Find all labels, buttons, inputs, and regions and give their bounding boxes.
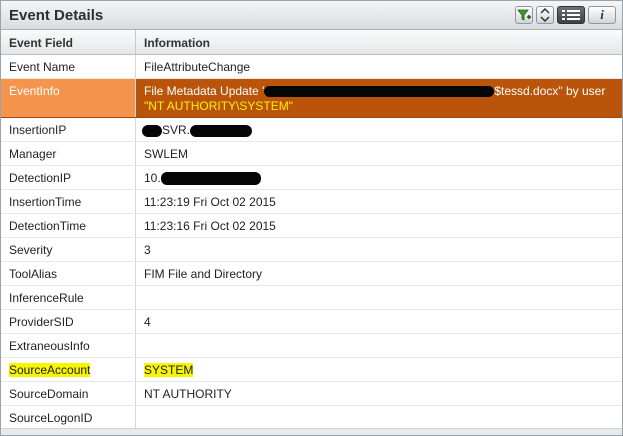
field-cell: SourceAccount: [1, 358, 136, 381]
info-highlight: SYSTEM: [144, 363, 194, 377]
info-cell: SVR.: [136, 118, 622, 141]
info-cell: FileAttributeChange: [144, 60, 251, 74]
filter-add-button[interactable]: [515, 6, 533, 24]
info-cell: 10.: [136, 166, 622, 189]
field-cell: Manager: [1, 142, 136, 165]
user-highlight: "NT AUTHORITY\SYSTEM": [144, 99, 293, 113]
list-view-button[interactable]: [557, 6, 585, 24]
table-row[interactable]: ToolAlias FIM File and Directory: [1, 262, 622, 286]
info-cell: NT AUTHORITY: [144, 387, 232, 401]
redaction-mark: [190, 124, 253, 137]
panel-titlebar: Event Details i: [1, 1, 622, 30]
panel-title: Event Details: [9, 6, 104, 24]
field-highlight: SourceAccount: [9, 363, 91, 377]
sort-updown-icon: [540, 8, 550, 22]
field-cell: SourceDomain: [1, 382, 136, 405]
field-cell: Severity: [1, 238, 136, 261]
info-cell: 3: [144, 243, 151, 257]
info-text-prefix: File Metadata Update ': [144, 84, 265, 98]
field-cell: Event Name: [1, 55, 136, 78]
field-cell: InsertionTime: [1, 190, 136, 213]
table-row[interactable]: InferenceRule: [1, 286, 622, 310]
list-view-icon: [562, 10, 580, 20]
info-cell: [136, 286, 622, 309]
info-cell: 11:23:19 Fri Oct 02 2015: [144, 195, 276, 209]
info-icon: i: [600, 7, 604, 22]
info-text-suffix: $tessd.docx" by user: [494, 84, 606, 98]
field-cell: DetectionTime: [1, 214, 136, 237]
field-cell: EventInfo: [1, 79, 136, 117]
table-row[interactable]: Event Name FileAttributeChange: [1, 55, 622, 79]
info-button[interactable]: i: [588, 6, 616, 24]
info-text: 10.: [144, 171, 161, 185]
field-cell: DetectionIP: [1, 166, 136, 189]
info-cell: 4: [144, 315, 151, 329]
event-details-panel: Event Details i Event Field Information …: [0, 0, 623, 436]
info-cell: SYSTEM: [136, 358, 622, 381]
table-row[interactable]: Severity 3: [1, 238, 622, 262]
field-cell: ExtraneousInfo: [1, 334, 136, 357]
redaction-mark: [160, 172, 261, 186]
table-header: Event Field Information: [1, 30, 622, 55]
column-header-information[interactable]: Information: [136, 30, 622, 54]
field-cell: ProviderSID: [1, 310, 136, 333]
info-cell: File Metadata Update ' $tessd.docx" by us…: [136, 79, 622, 117]
table-row[interactable]: Manager SWLEM: [1, 142, 622, 166]
sort-button[interactable]: [536, 6, 554, 24]
info-cell: FIM File and Directory: [144, 267, 263, 281]
table-row[interactable]: ProviderSID 4: [1, 310, 622, 334]
table-row[interactable]: InsertionTime 11:23:19 Fri Oct 02 2015: [1, 190, 622, 214]
table-row-selected[interactable]: EventInfo File Metadata Update ' $tessd.d…: [1, 79, 622, 118]
table-row[interactable]: SourceAccount SYSTEM: [1, 358, 622, 382]
info-cell: [136, 334, 622, 357]
table-row[interactable]: InsertionIP SVR.: [1, 118, 622, 142]
field-cell: InsertionIP: [1, 118, 136, 141]
horizontal-scrollbar[interactable]: [1, 428, 622, 435]
table-row[interactable]: SourceDomain NT AUTHORITY: [1, 382, 622, 406]
redaction-mark: [142, 124, 162, 137]
field-cell: SourceLogonID: [1, 406, 136, 429]
table-row[interactable]: SourceLogonID: [1, 406, 622, 430]
info-cell: SWLEM: [144, 147, 189, 161]
info-cell: 11:23:16 Fri Oct 02 2015: [144, 219, 276, 233]
toolbar: i: [515, 6, 616, 24]
column-header-event-field[interactable]: Event Field: [1, 30, 136, 54]
table-body: Event Name FileAttributeChange EventInfo…: [1, 55, 622, 430]
info-cell: [136, 406, 622, 429]
filter-add-icon: [517, 9, 531, 21]
table-row[interactable]: ExtraneousInfo: [1, 334, 622, 358]
redaction-mark: [264, 86, 495, 98]
info-text: SVR.: [162, 123, 191, 137]
field-cell: InferenceRule: [1, 286, 136, 309]
table-row[interactable]: DetectionTime 11:23:16 Fri Oct 02 2015: [1, 214, 622, 238]
field-cell: ToolAlias: [1, 262, 136, 285]
table-row[interactable]: DetectionIP 10.: [1, 166, 622, 190]
